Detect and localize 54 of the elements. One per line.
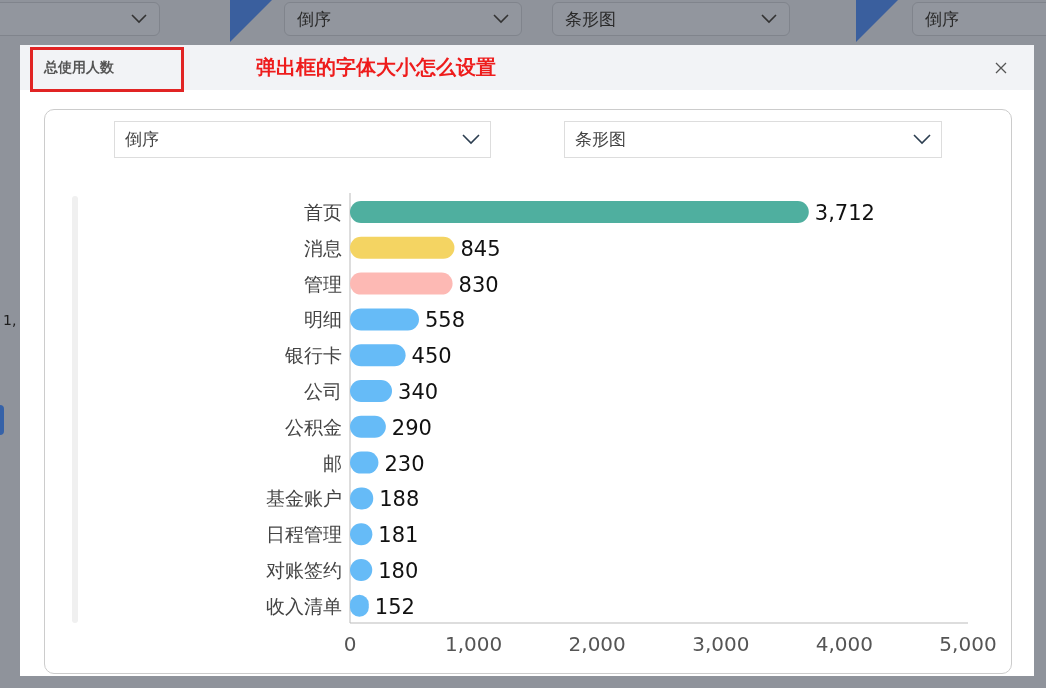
value-label: 558 bbox=[424, 308, 466, 333]
value-label: 181 bbox=[378, 523, 419, 548]
value-label: 290 bbox=[391, 415, 432, 440]
tick-label: 2,000 bbox=[568, 632, 626, 656]
chevron-icon bbox=[131, 14, 147, 24]
category-label: 银行卡 bbox=[285, 344, 342, 367]
value-label: 450 bbox=[411, 344, 452, 369]
value-label: 230 bbox=[384, 451, 425, 476]
tick-label: 4,000 bbox=[815, 632, 874, 656]
bar bbox=[350, 559, 373, 581]
category-label: 收入清单 bbox=[266, 594, 342, 617]
background-select[interactable] bbox=[0, 2, 160, 36]
bar bbox=[350, 344, 406, 367]
dropdown-select[interactable]: 倒序 bbox=[114, 121, 491, 158]
tick-label: 1,000 bbox=[444, 632, 503, 656]
category-label: 首页 bbox=[304, 201, 342, 223]
value-label: 188 bbox=[379, 487, 420, 512]
category-label: 管理 bbox=[304, 272, 342, 295]
category-label: 明细 bbox=[304, 308, 342, 331]
background-select[interactable]: 倒序 bbox=[284, 2, 522, 36]
background-select[interactable]: 条形图 bbox=[552, 2, 790, 36]
bar bbox=[350, 415, 386, 438]
chevron-icon bbox=[913, 134, 931, 145]
axis-label: 1, bbox=[3, 312, 17, 328]
chevron-icon bbox=[761, 14, 777, 24]
tick-label: 0 bbox=[343, 632, 357, 656]
category-label: 邮 bbox=[323, 451, 342, 474]
bar bbox=[350, 487, 374, 510]
chevron-icon bbox=[462, 134, 480, 145]
category-label: 公积金 bbox=[285, 415, 342, 438]
category-label: 日程管理 bbox=[266, 523, 342, 546]
dropdown-select[interactable]: 条形图 bbox=[564, 121, 942, 158]
value-label: 845 bbox=[460, 236, 501, 261]
bar bbox=[350, 380, 392, 402]
bar bbox=[350, 523, 373, 546]
chevron-icon bbox=[493, 14, 509, 24]
value-label: 180 bbox=[378, 559, 419, 583]
value-label: 830 bbox=[458, 272, 499, 297]
dialog-title: 总使用人数 bbox=[44, 58, 114, 77]
bar bbox=[350, 308, 419, 331]
annotation-text: 弹出框的字体大小怎么设置 bbox=[256, 54, 496, 81]
background-select[interactable]: 倒序 bbox=[912, 2, 1046, 36]
tick-label: 5,000 bbox=[939, 632, 997, 656]
category-label: 对账签约 bbox=[266, 559, 342, 581]
category-label: 基金账户 bbox=[266, 487, 342, 510]
bar bbox=[350, 594, 369, 617]
value-label: 152 bbox=[374, 594, 415, 619]
bar bbox=[350, 451, 379, 474]
close-icon[interactable] bbox=[995, 61, 1007, 74]
value-label: 3,712 bbox=[814, 201, 875, 225]
value-label: 340 bbox=[398, 380, 439, 404]
category-label: 消息 bbox=[304, 236, 342, 259]
category-label: 公司 bbox=[304, 380, 342, 402]
tick-label: 3,000 bbox=[692, 632, 750, 656]
